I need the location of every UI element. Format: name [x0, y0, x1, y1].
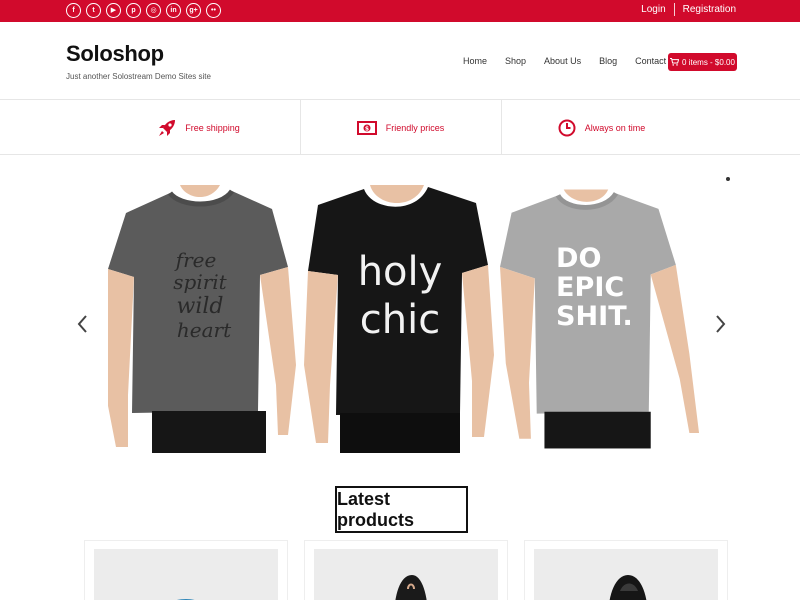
google-plus-icon[interactable]: g+: [186, 3, 201, 18]
nav-item-about-us[interactable]: About Us: [544, 56, 581, 66]
slide-image[interactable]: free spirit wild heart holy chic DO EPIC…: [108, 185, 707, 453]
nav-item-shop[interactable]: Shop: [505, 56, 526, 66]
twitter-icon[interactable]: t: [86, 3, 101, 18]
youtube-icon[interactable]: ▶: [106, 3, 121, 18]
shirt-print-text: free: [174, 248, 217, 272]
nav-item-home[interactable]: Home: [463, 56, 487, 66]
nav-item-blog[interactable]: Blog: [599, 56, 617, 66]
facebook-icon[interactable]: f: [66, 3, 81, 18]
product-image[interactable]: [534, 549, 718, 600]
flickr-icon[interactable]: ••: [206, 3, 221, 18]
product-card[interactable]: [304, 540, 508, 600]
shirt-print-text: wild: [177, 294, 224, 319]
shirt-print-text: holy: [358, 249, 443, 295]
dark-hoodie-image: [609, 575, 647, 600]
top-bar: f t ▶ p ◎ in g+ •• Login Registration: [0, 0, 800, 22]
feature-label: Free shipping: [185, 122, 240, 133]
rocket-icon: [159, 119, 176, 136]
feature-free-shipping: Free shipping: [99, 100, 300, 155]
hero-slider: free spirit wild heart holy chic DO EPIC…: [0, 155, 800, 455]
linkedin-icon[interactable]: in: [166, 3, 181, 18]
product-image[interactable]: [314, 549, 498, 600]
chevron-right-icon[interactable]: [714, 313, 728, 335]
site-title[interactable]: Soloshop: [66, 41, 164, 67]
instagram-icon[interactable]: ◎: [146, 3, 161, 18]
product-card[interactable]: [84, 540, 288, 600]
cart-label: 0 items - $0.00: [682, 57, 735, 67]
product-image[interactable]: [94, 549, 278, 600]
main-nav: Home Shop About Us Blog Contact Us: [463, 56, 698, 66]
features-bar: Free shipping $ Friendly prices Always o…: [0, 100, 800, 155]
feature-label: Always on time: [584, 122, 646, 133]
grey-tshirt-image: free spirit wild heart: [108, 185, 296, 453]
black-hoodie-image: [395, 575, 427, 600]
site-header: Soloshop Just another Solostream Demo Si…: [0, 22, 800, 100]
blue-hoodie-image: [177, 599, 195, 600]
cart-button[interactable]: 0 items - $0.00: [668, 53, 737, 71]
feature-friendly-prices: $ Friendly prices: [299, 100, 501, 155]
shirt-print-text: DO: [556, 243, 601, 274]
chevron-left-icon[interactable]: [75, 313, 89, 335]
social-links: f t ▶ p ◎ in g+ ••: [66, 3, 221, 18]
slider-pager-dot[interactable]: [726, 177, 730, 181]
clock-icon: [558, 119, 576, 136]
shirt-print-text: EPIC: [556, 272, 624, 303]
site-description: Just another Solostream Demo Sites site: [66, 72, 211, 81]
money-icon: $: [356, 120, 377, 135]
feature-label: Friendly prices: [385, 122, 445, 133]
login-link[interactable]: Login: [641, 4, 665, 15]
svg-text:$: $: [365, 125, 369, 132]
auth-links: Login Registration: [641, 3, 736, 16]
shirt-print-text: chic: [360, 297, 440, 343]
shirt-print-text: spirit: [173, 270, 227, 294]
feature-always-on-time: Always on time: [500, 100, 702, 155]
black-tshirt-image: holy chic: [304, 185, 494, 453]
pinterest-icon[interactable]: p: [126, 3, 141, 18]
auth-divider: [673, 3, 675, 16]
shirt-print-text: SHIT.: [556, 301, 633, 332]
shirt-print-text: heart: [177, 318, 232, 342]
cart-icon: [670, 58, 680, 66]
registration-link[interactable]: Registration: [683, 4, 736, 15]
product-card[interactable]: [524, 540, 728, 600]
lightgrey-tshirt-image: DO EPIC SHIT.: [500, 189, 700, 449]
latest-products-heading: Latest products: [335, 486, 468, 533]
